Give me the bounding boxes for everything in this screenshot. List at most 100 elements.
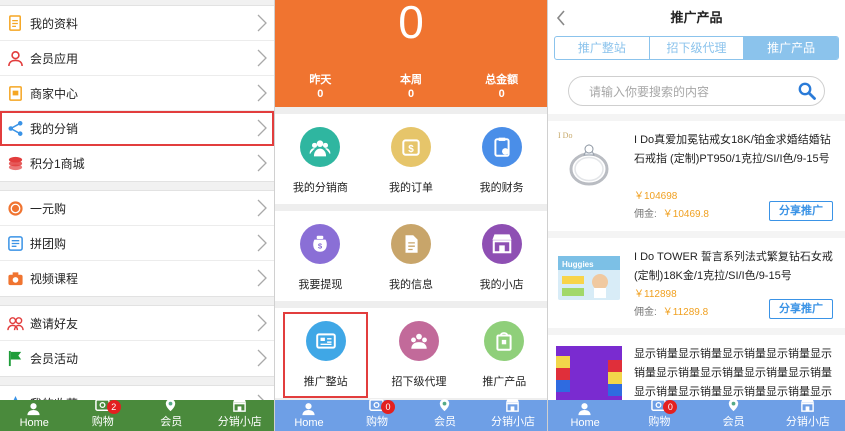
menu-item-coin-circle[interactable]: 一元购 [0, 191, 274, 226]
grid-item-money-bag[interactable]: $ 我的订单 [366, 114, 457, 204]
tab-label: Home [570, 417, 600, 429]
back-arrow-icon[interactable] [556, 10, 566, 26]
share-promote-button[interactable]: 分享推广 [769, 299, 833, 319]
menu-gap [0, 182, 274, 190]
search-icon[interactable] [798, 82, 816, 100]
home-icon [26, 402, 42, 416]
chevron-right-icon [257, 349, 267, 367]
menu-item-group-buy[interactable]: 拼团购 [0, 226, 274, 261]
earnings-header: 0 昨天 0 本周 0 总金额 0 [275, 0, 547, 107]
chevron-right-icon [257, 234, 267, 252]
total-earnings-number: 0 [398, 0, 424, 48]
menu-item-label: 积分1商城 [30, 157, 85, 171]
finance-icon [481, 127, 522, 167]
diapers-product-image: Huggies [558, 256, 620, 300]
chevron-right-icon [257, 49, 267, 67]
bottom-tabbar: Home 0 购物 会员 分销小店 [275, 398, 547, 431]
tab-member[interactable]: 会员 [411, 398, 479, 431]
search-input[interactable]: 请输入你要搜索的内容 [568, 76, 825, 106]
tab-label: 购物 [366, 416, 388, 428]
stat-label: 总金额 [485, 74, 519, 86]
tab-member[interactable]: 会员 [697, 398, 771, 431]
menu-gap [0, 377, 274, 385]
menu-item-camera[interactable]: 视频课程 [0, 261, 274, 296]
friends-icon [6, 314, 24, 332]
bottom-tabbar: Home 0 购物 会员 分销小店 [548, 398, 845, 431]
menu-item-label: 视频课程 [30, 272, 79, 286]
menu-list: 我的资料 会员应用 商家中心 我的分销 积分1商城 一元购 拼团购 视频课程 邀… [0, 0, 274, 422]
tab-shop[interactable]: 分销小店 [479, 398, 547, 431]
menu-item-store-doc[interactable]: 商家中心 [0, 76, 274, 111]
menu-item-label: 拼团购 [30, 236, 67, 251]
menu-item-flag[interactable]: 会员活动 [0, 341, 274, 376]
share-promote-button[interactable]: 分享推广 [769, 201, 833, 221]
menu-item-label: 我的资料 [30, 16, 79, 31]
tab-cart[interactable]: 0 购物 [622, 399, 696, 431]
agents-icon [398, 321, 439, 361]
user-icon [6, 49, 24, 67]
tab-home[interactable]: Home [275, 400, 343, 431]
menu-item-friends[interactable]: 邀请好友 [0, 306, 274, 341]
chevron-right-icon [257, 84, 267, 102]
tab-shop[interactable]: 分销小店 [771, 398, 845, 431]
tab-label: Home [19, 417, 49, 429]
menu-item-user[interactable]: 会员应用 [0, 41, 274, 76]
menu-item-share[interactable]: 我的分销 [0, 111, 274, 146]
grid-item-team[interactable]: 我的分销商 [275, 114, 366, 204]
product-card[interactable]: Huggies I Do TOWER 誓言系列法式繁复钻石女戒 (定制)18K金… [548, 238, 845, 328]
search-bar: 请输入你要搜索的内容 [548, 62, 845, 114]
grid-item-shop[interactable]: 我的小店 [456, 211, 547, 301]
tab-cart[interactable]: 2 购物 [69, 399, 138, 431]
earnings-stats: 昨天 0 本周 0 总金额 0 [275, 73, 547, 101]
tab-recruit-agents[interactable]: 招下级代理 [650, 37, 745, 59]
grid-item-site-card[interactable]: 推广整站 [283, 312, 369, 398]
menu-item-label: 会员活动 [30, 352, 79, 366]
shop-icon [505, 398, 521, 412]
product-commission: 佣金: ￥11289.8 [634, 303, 708, 318]
tab-shop[interactable]: 分销小店 [206, 398, 275, 431]
grid-item-label: 我要提现 [298, 279, 343, 291]
info-doc-icon [391, 224, 431, 264]
chevron-right-icon [257, 14, 267, 32]
tab-promote-site[interactable]: 推广整站 [555, 37, 650, 59]
group-buy-icon [6, 234, 24, 252]
stat-label: 昨天 [309, 74, 332, 86]
tab-label: Home [294, 417, 324, 429]
tab-cart[interactable]: 0 购物 [343, 399, 411, 431]
tab-promote-products[interactable]: 推广产品 [744, 37, 838, 59]
product-card[interactable]: I Do I Do真爱加冕钻戒女18K/铂金求婚结婚钻石戒指 (定制)PT950… [548, 121, 845, 231]
grid-item-label: 招下级代理 [391, 376, 447, 388]
menu-item-document[interactable]: 我的资料 [0, 6, 274, 41]
menu-item-label: 一元购 [30, 201, 67, 216]
product-list: I Do I Do真爱加冕钻戒女18K/铂金求婚结婚钻石戒指 (定制)PT950… [548, 121, 845, 417]
page-header: 推广产品 [548, 0, 845, 36]
product-price: ￥104698 [634, 191, 678, 202]
home-icon [577, 402, 593, 416]
stat-label: 本周 [400, 74, 422, 86]
chevron-right-icon [257, 119, 267, 137]
svg-text:I Do: I Do [558, 131, 572, 140]
product-icon [484, 321, 525, 361]
grid-item-product[interactable]: 推广产品 [462, 308, 547, 398]
product-name: I Do真爱加冕钻戒女18K/铂金求婚结婚钻石戒指 (定制)PT950/1克拉/… [634, 134, 831, 165]
member-icon [163, 398, 179, 412]
menu-group: 一元购 拼团购 视频课程 [0, 190, 274, 297]
grid-item-finance[interactable]: 我的财务 [456, 114, 547, 204]
menu-item-label: 商家中心 [30, 86, 79, 101]
menu-item-label: 邀请好友 [30, 316, 79, 331]
grid-item-wallet-bag[interactable]: $ 我要提现 [275, 211, 366, 301]
grid-item-label: 我的分销商 [292, 182, 348, 194]
grid-item-label: 我的订单 [389, 182, 433, 194]
stat-value: 0 [407, 88, 415, 100]
grid-item-info-doc[interactable]: 我的信息 [366, 211, 457, 301]
tab-home[interactable]: Home [548, 400, 622, 431]
tab-home[interactable]: Home [0, 400, 69, 431]
segment-tabs: 推广整站 招下级代理 推广产品 [554, 36, 839, 60]
grid-item-label: 我的财务 [479, 182, 524, 194]
distribution-panel: 0 昨天 0 本周 0 总金额 0 我的分销商 $ 我的订单 我的财务 $ 我要… [275, 0, 547, 431]
tab-member[interactable]: 会员 [137, 398, 206, 431]
grid-item-agents[interactable]: 招下级代理 [376, 308, 461, 398]
menu-item-coins[interactable]: 积分1商城 [0, 146, 274, 181]
flag-icon [6, 350, 24, 368]
camera-icon [6, 270, 24, 288]
